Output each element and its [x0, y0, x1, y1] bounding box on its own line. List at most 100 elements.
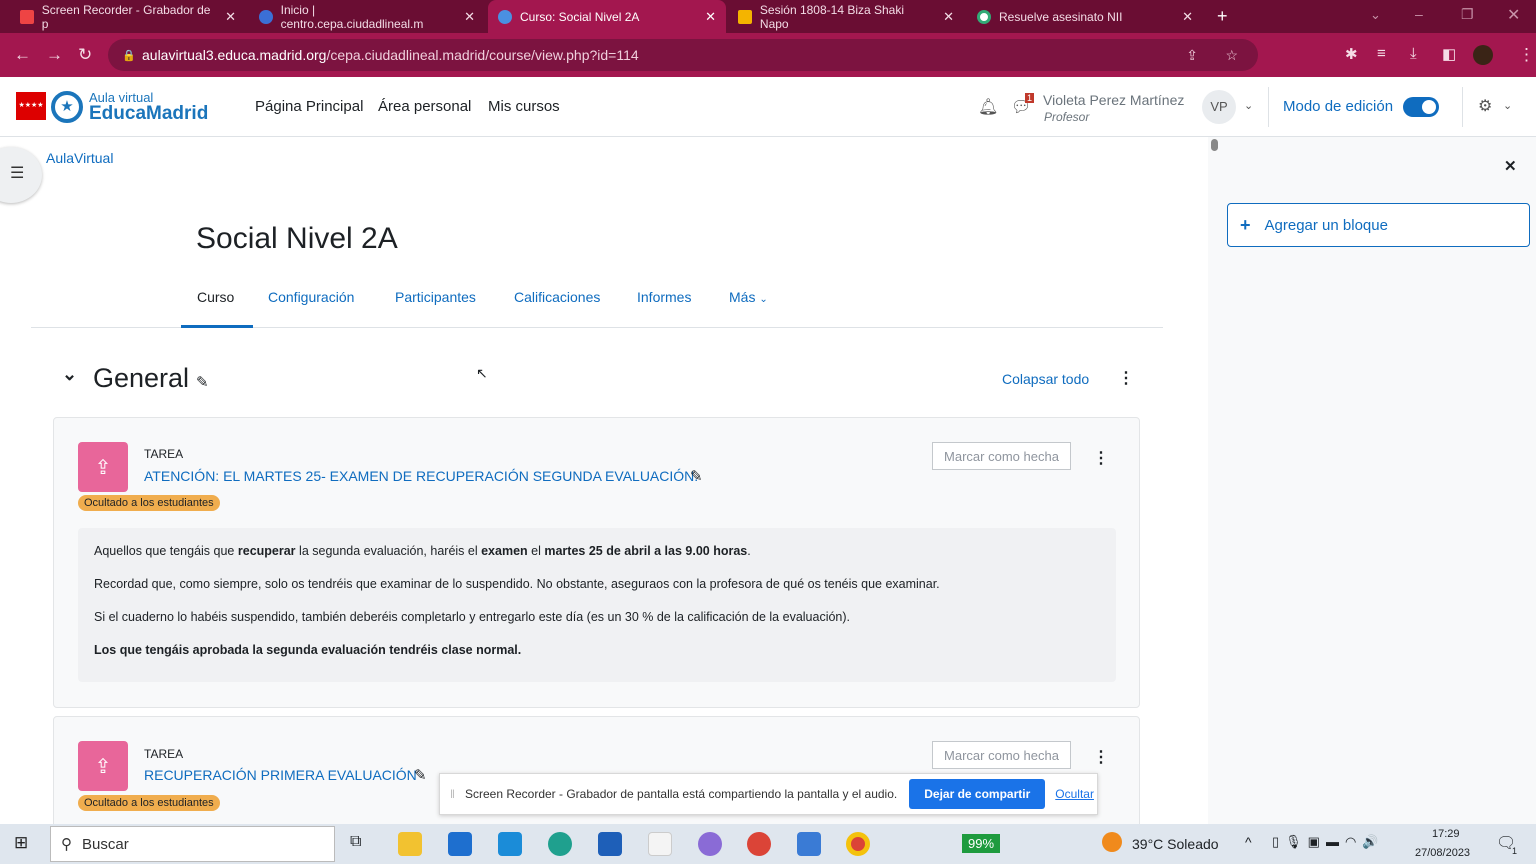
edit-pencil-icon[interactable]: ✎ [690, 467, 703, 485]
tab-inicio[interactable]: Inicio | centro.cepa.ciudadlineal.m ✕ [249, 0, 485, 33]
file-explorer-icon[interactable] [398, 832, 422, 856]
close-tab-icon[interactable]: ✕ [225, 9, 236, 25]
close-tab-icon[interactable]: ✕ [943, 9, 954, 25]
store-icon[interactable] [598, 832, 622, 856]
scrollbar-thumb[interactable] [1211, 139, 1218, 151]
tab-mas[interactable]: Más ⌄ [729, 289, 768, 305]
mark-done-button[interactable]: Marcar como hecha [932, 741, 1071, 769]
activity-link[interactable]: RECUPERACIÓN PRIMERA EVALUACIÓN [144, 767, 417, 783]
section-title: General [93, 363, 190, 393]
extensions-icon[interactable]: ✱ [1345, 45, 1358, 63]
close-tab-icon[interactable]: ✕ [705, 9, 716, 25]
forward-icon[interactable]: → [46, 45, 63, 65]
tab-search-icon[interactable]: ⌄ [1370, 7, 1381, 23]
tab-informes[interactable]: Informes [637, 289, 691, 305]
mail-icon[interactable] [448, 832, 472, 856]
share-icon[interactable]: ⇪ [1186, 47, 1198, 64]
divider [1462, 87, 1463, 127]
section-collapse-chevron-icon[interactable]: ⌄ [62, 364, 77, 385]
restore-button[interactable]: ❐ [1461, 6, 1474, 23]
activity-card: ⇪ TAREA ATENCIÓN: EL MARTES 25- EXAMEN D… [53, 417, 1140, 708]
windows-start-icon[interactable]: ⊞ [14, 833, 28, 853]
nav-mis-cursos[interactable]: Mis cursos [488, 98, 560, 115]
screen-share-bar: ‖ Screen Recorder - Grabador de pantalla… [439, 773, 1098, 815]
download-icon[interactable]: ⤓ [1410, 45, 1417, 62]
reload-icon[interactable]: ↻ [78, 45, 92, 65]
add-block-button[interactable]: + Agregar un bloque [1227, 203, 1530, 247]
section-menu-icon[interactable]: ⋮ [1118, 368, 1134, 388]
tab-configuracion[interactable]: Configuración [268, 289, 354, 305]
clock-time[interactable]: 17:29 [1432, 828, 1460, 840]
sidepanel-icon[interactable]: ◧ [1442, 45, 1456, 63]
new-tab-button[interactable]: + [1217, 6, 1228, 27]
task-view-icon[interactable]: ⧉ [350, 833, 361, 851]
nav-area-personal[interactable]: Área personal [378, 98, 471, 115]
chrome-app-icon[interactable] [797, 832, 821, 856]
activity-menu-icon[interactable]: ⋮ [1093, 747, 1109, 767]
block-drawer: ✕ + Agregar un bloque [1208, 137, 1536, 824]
gear-chevron-icon[interactable]: ⌄ [1503, 99, 1512, 112]
chrome-icon[interactable] [846, 832, 870, 856]
tab-participantes[interactable]: Participantes [395, 289, 476, 305]
weather-sun-icon [1102, 832, 1122, 852]
edit-pencil-icon[interactable]: ✎ [414, 766, 427, 784]
close-tab-icon[interactable]: ✕ [464, 9, 475, 25]
activity-menu-icon[interactable]: ⋮ [1093, 448, 1109, 468]
educamadrid-star-logo: ★ [51, 91, 83, 123]
edit-mode-toggle[interactable] [1403, 97, 1439, 117]
close-tab-icon[interactable]: ✕ [1182, 9, 1193, 25]
hide-link[interactable]: Ocultar [1055, 787, 1094, 801]
minimize-button[interactable]: – [1415, 6, 1423, 22]
battery-indicator[interactable]: 99% [962, 834, 1001, 853]
mark-done-button[interactable]: Marcar como hecha [932, 442, 1071, 470]
course-main: ☰ AulaVirtual Social Nivel 2A Curso Conf… [0, 137, 1208, 824]
breadcrumb[interactable]: AulaVirtual [46, 150, 113, 166]
tab-screen-recorder[interactable]: Screen Recorder - Grabador de p ✕ [10, 0, 246, 33]
chrome-profile-icon[interactable] [747, 832, 771, 856]
mouse-cursor: ↖ [476, 365, 488, 381]
list-icon: ☰ [10, 165, 25, 182]
clock-date[interactable]: 27/08/2023 [1415, 847, 1470, 859]
bell-icon[interactable]: 🔔︎ [978, 97, 998, 117]
user-avatar[interactable]: VP [1202, 90, 1236, 124]
menu-icon[interactable]: ⋮ [1518, 45, 1535, 65]
course-index-toggle[interactable]: ☰ [0, 147, 42, 203]
tab-calificaciones[interactable]: Calificaciones [514, 289, 600, 305]
stop-sharing-button[interactable]: Dejar de compartir [909, 779, 1046, 809]
close-window-button[interactable]: ✕ [1507, 5, 1520, 25]
weather-text[interactable]: 39°C Soleado [1132, 836, 1219, 852]
nav-pagina-principal[interactable]: Página Principal [255, 98, 363, 115]
tab-curso[interactable]: Curso [197, 289, 234, 305]
tab-resuelve[interactable]: Resuelve asesinato NII ✕ [967, 0, 1203, 33]
media-icon[interactable]: ≡ [1377, 45, 1386, 62]
tab-curso-social[interactable]: Curso: Social Nivel 2A ✕ [488, 0, 726, 33]
copilot-icon[interactable] [698, 832, 722, 856]
edge-icon[interactable] [548, 832, 572, 856]
hidden-badge: Ocultado a los estudiantes [78, 495, 220, 511]
madrid-flag-logo: ★★★★ [16, 92, 46, 120]
back-icon[interactable]: ← [14, 45, 31, 65]
collapse-all-link[interactable]: Colapsar todo [1002, 371, 1089, 387]
edit-mode-label: Modo de edición [1283, 98, 1394, 115]
user-menu-chevron-icon[interactable]: ⌄ [1244, 99, 1253, 112]
drag-handle-icon[interactable]: ‖ [450, 787, 455, 801]
activity-link[interactable]: ATENCIÓN: EL MARTES 25- EXAMEN DE RECUPE… [144, 468, 698, 484]
taskbar-search[interactable]: ⚲ Buscar [50, 826, 335, 862]
url-bar[interactable]: 🔒 aulavirtual3.educa.madrid.org/cepa.ciud… [108, 39, 1258, 71]
page-title: Social Nivel 2A [196, 222, 398, 255]
tray-icons[interactable]: ▯🎙▣▬◠🔊 [1272, 834, 1384, 850]
notepad-icon[interactable] [648, 832, 672, 856]
globe-icon [259, 9, 273, 24]
logo-text-bottom[interactable]: EducaMadrid [89, 103, 208, 125]
accessibility-gear-icon[interactable]: ⚙ [1478, 96, 1492, 116]
message-count-badge: 1 [1025, 93, 1035, 103]
edit-pencil-icon[interactable]: ✎ [196, 373, 209, 391]
chevron-down-icon: ⌄ [759, 294, 768, 305]
bookmark-star-icon[interactable]: ☆ [1225, 47, 1238, 64]
close-drawer-icon[interactable]: ✕ [1504, 157, 1517, 175]
l-app-icon[interactable] [498, 832, 522, 856]
tab-sesion[interactable]: Sesión 1808-14 Biza Shaki Napo ✕ [728, 0, 964, 33]
divider [1268, 87, 1269, 127]
tray-chevron-icon[interactable]: ^ [1245, 834, 1252, 850]
profile-avatar[interactable] [1473, 45, 1493, 65]
